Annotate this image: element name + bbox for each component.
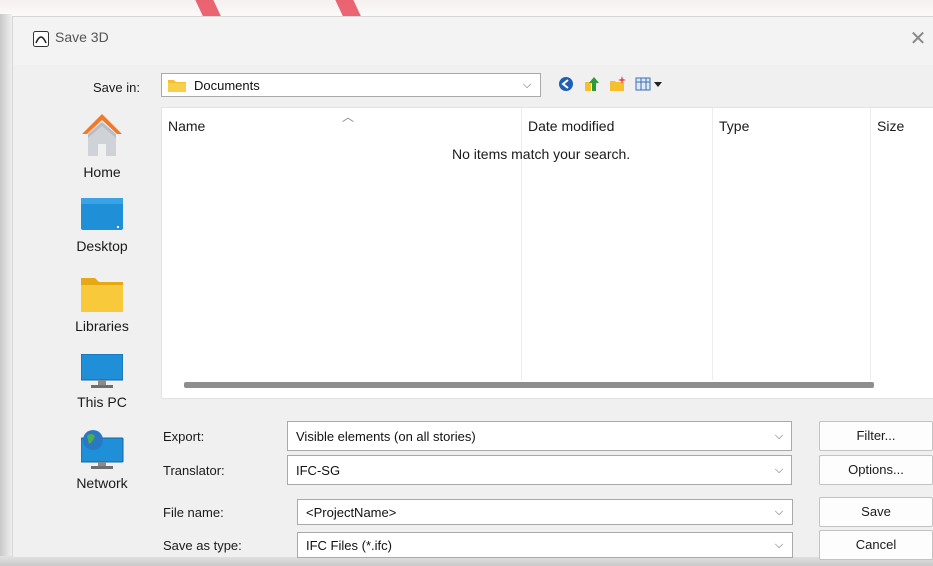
save-in-dropdown[interactable]: Documents ⌵	[161, 73, 541, 97]
view-menu-icon[interactable]	[635, 75, 665, 93]
export-dropdown[interactable]: Visible elements (on all stories) ⌵	[287, 421, 792, 451]
save-as-type-value: IFC Files (*.ifc)	[306, 538, 392, 553]
filter-button[interactable]: Filter...	[819, 421, 933, 451]
translator-dropdown[interactable]: IFC-SG ⌵	[287, 455, 792, 485]
file-name-input[interactable]: <ProjectName> ⌵	[297, 499, 793, 525]
options-button[interactable]: Options...	[819, 455, 933, 485]
column-divider[interactable]	[712, 108, 713, 380]
column-header-date-modified[interactable]: Date modified	[528, 118, 614, 134]
save-as-type-label: Save as type:	[163, 538, 242, 553]
place-label: Home	[83, 164, 121, 180]
chevron-down-icon: ⌵	[774, 430, 784, 442]
chevron-down-icon: ⌵	[774, 464, 784, 476]
file-name-label: File name:	[163, 505, 224, 520]
column-header-size[interactable]: Size	[877, 118, 904, 134]
place-label: Network	[76, 475, 128, 491]
empty-message: No items match your search.	[452, 146, 631, 162]
new-folder-icon[interactable]	[609, 75, 627, 93]
chevron-down-icon: ⌵	[774, 539, 784, 551]
app-icon	[33, 31, 49, 47]
desktop-icon	[81, 198, 123, 230]
export-value: Visible elements (on all stories)	[296, 429, 476, 444]
column-header-type[interactable]: Type	[719, 118, 749, 134]
save-in-value: Documents	[194, 78, 260, 93]
chevron-down-icon: ⌵	[522, 79, 532, 91]
place-label: Desktop	[76, 238, 128, 254]
window-title: Save 3D	[55, 29, 109, 45]
save-dialog: Save 3D ✕ Save in: Documents ⌵ Home Desk…	[12, 16, 933, 560]
close-icon: ✕	[909, 28, 927, 50]
folder-icon	[168, 80, 186, 92]
translator-value: IFC-SG	[296, 463, 341, 478]
column-header-name[interactable]: Name	[168, 118, 205, 134]
chevron-down-icon: ⌵	[774, 506, 784, 518]
network-icon	[81, 430, 124, 469]
file-name-value: <ProjectName>	[306, 505, 397, 520]
home-icon	[82, 114, 122, 156]
translator-label: Translator:	[163, 463, 225, 478]
sort-caret-icon: ︿	[342, 110, 355, 124]
back-icon[interactable]	[557, 75, 575, 93]
place-label: Libraries	[75, 318, 129, 334]
this-pc-icon	[81, 354, 123, 388]
horizontal-scrollbar[interactable]	[184, 382, 874, 388]
save-button[interactable]: Save	[819, 497, 933, 527]
export-label: Export:	[163, 429, 205, 444]
window-shadow	[0, 14, 12, 566]
file-list[interactable]: ︿ Name Date modified Type Size No items …	[161, 107, 933, 399]
libraries-icon	[81, 278, 123, 312]
title-bar: Save 3D ✕	[13, 17, 933, 65]
save-in-label: Save in:	[93, 80, 140, 95]
save-as-type-dropdown[interactable]: IFC Files (*.ifc) ⌵	[297, 532, 793, 558]
place-label: This PC	[77, 394, 127, 410]
cancel-button[interactable]: Cancel	[819, 530, 933, 560]
up-folder-icon[interactable]	[583, 75, 601, 93]
column-divider[interactable]	[870, 108, 871, 380]
close-button[interactable]: ✕	[902, 23, 933, 55]
